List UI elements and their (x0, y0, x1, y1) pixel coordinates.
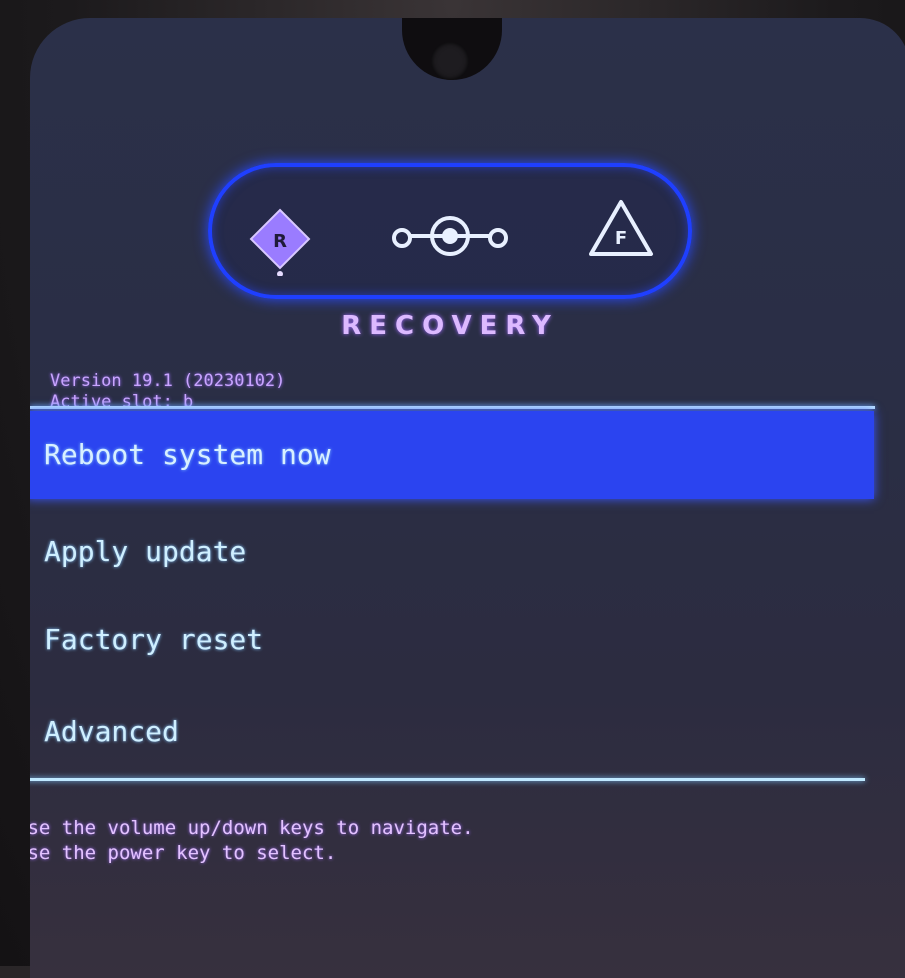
active-slot-text: Active slot: b (50, 392, 194, 412)
menu-item-reboot-system-now[interactable]: Reboot system now (30, 411, 874, 499)
menu-item-factory-reset[interactable]: Factory reset (30, 596, 874, 684)
recovery-screen: R F RECOVERY Version 19.1 (20230102) Act… (30, 18, 905, 978)
page-title: RECOVERY (341, 311, 559, 341)
version-text: Version 19.1 (20230102) (50, 371, 286, 391)
menu-top-divider (30, 406, 875, 409)
recovery-mode-letter: R (273, 231, 287, 252)
fastboot-mode-letter: F (615, 228, 627, 249)
help-text: Use the volume up/down keys to navigate.… (30, 816, 474, 866)
menu-item-apply-update[interactable]: Apply update (30, 508, 874, 596)
fastboot-mode-icon: F (585, 196, 657, 262)
help-line-navigate: Use the volume up/down keys to navigate. (30, 817, 474, 839)
help-line-select: Use the power key to select. (30, 842, 337, 864)
lineage-logo-icon (388, 206, 512, 266)
front-camera (431, 42, 469, 80)
recovery-mode-icon: R (245, 206, 315, 277)
menu-bottom-divider (30, 778, 865, 781)
menu-item-advanced[interactable]: Advanced (30, 688, 874, 776)
